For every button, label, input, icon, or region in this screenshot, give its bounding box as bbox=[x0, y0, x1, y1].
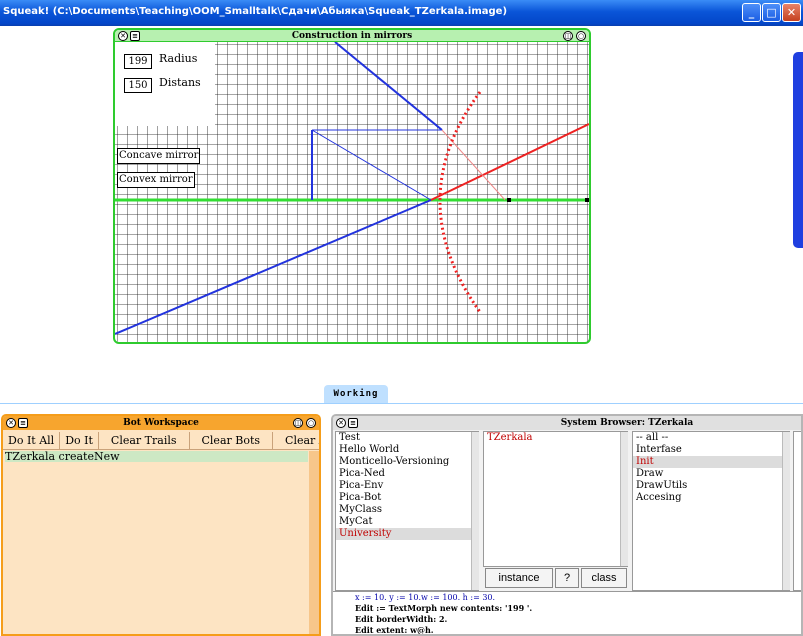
collapse-icon[interactable]: ◫ bbox=[293, 418, 303, 428]
category-item[interactable]: Monticello-Versioning bbox=[336, 456, 478, 468]
category-scrollbar[interactable] bbox=[471, 432, 479, 590]
workspace-code[interactable]: TZerkala createNew bbox=[5, 451, 308, 462]
bot-workspace-title: Bot Workspace bbox=[123, 418, 199, 428]
working-tab[interactable]: Working bbox=[324, 385, 388, 403]
flap-tab[interactable] bbox=[793, 52, 803, 248]
category-item[interactable]: Pica-Ned bbox=[336, 468, 478, 480]
protocol-item[interactable]: -- all -- bbox=[633, 432, 789, 444]
class-button[interactable]: class bbox=[581, 568, 627, 588]
system-browser-titlebar[interactable]: ✕ ≡ System Browser: TZerkala bbox=[333, 416, 801, 430]
code-line: Edit borderWidth: 2. bbox=[355, 614, 448, 624]
app-title: Squeak! (C:\Documents\Teaching\OOM_Small… bbox=[3, 6, 508, 17]
system-browser-title: System Browser: TZerkala bbox=[560, 418, 694, 428]
convex-mirror-button[interactable]: Convex mirror bbox=[117, 172, 195, 188]
radius-label: Radius bbox=[159, 52, 198, 65]
construction-title: Construction in mirrors bbox=[291, 31, 413, 41]
category-item[interactable]: Pica-Bot bbox=[336, 492, 478, 504]
focus-point bbox=[507, 198, 511, 202]
category-item[interactable]: MyCat bbox=[336, 516, 478, 528]
category-list[interactable]: Test Hello World Monticello-Versioning P… bbox=[335, 431, 479, 591]
expand-icon[interactable]: ○ bbox=[576, 31, 586, 41]
bot-workspace-window[interactable]: ✕ ≡ Bot Workspace ◫ ○ Do It All Do It Cl… bbox=[1, 414, 321, 636]
construction-titlebar[interactable]: ✕ ≡ Construction in mirrors ◫ ○ bbox=[115, 30, 589, 42]
code-line: Edit extent: w@h. bbox=[355, 625, 434, 635]
category-item[interactable]: Pica-Env bbox=[336, 480, 478, 492]
radius-input[interactable]: 199 bbox=[124, 54, 152, 69]
app-titlebar: Squeak! (C:\Documents\Teaching\OOM_Small… bbox=[0, 0, 803, 26]
protocol-item[interactable]: Interfase bbox=[633, 444, 789, 456]
code-line: x := 10. y := 10.w := 100. h := 30. bbox=[355, 593, 496, 602]
concave-mirror-button[interactable]: Concave mirror bbox=[117, 148, 201, 164]
clear-bots-button[interactable]: Clear Bots bbox=[190, 432, 274, 449]
bot-toolbar: Do It All Do It Clear Trails Clear Bots … bbox=[3, 432, 319, 450]
help-button[interactable]: ? bbox=[555, 568, 579, 588]
class-scrollbar[interactable] bbox=[620, 432, 628, 566]
instance-button[interactable]: instance bbox=[485, 568, 553, 588]
protocol-list[interactable]: -- all -- Interfase Init Draw DrawUtils … bbox=[632, 431, 790, 591]
category-item[interactable]: MyClass bbox=[336, 504, 478, 516]
code-line: Edit := TextMorph new contents: '199 '. bbox=[355, 603, 533, 613]
category-item-selected[interactable]: University bbox=[336, 528, 478, 540]
divider bbox=[0, 403, 803, 404]
bot-workspace-titlebar[interactable]: ✕ ≡ Bot Workspace ◫ ○ bbox=[3, 416, 319, 430]
clear-trails-button[interactable]: Clear Trails bbox=[99, 432, 190, 449]
distance-input[interactable]: 150 bbox=[124, 78, 152, 93]
center-point bbox=[585, 198, 589, 202]
close-icon[interactable]: ✕ bbox=[782, 3, 801, 22]
workspace-scrollbar[interactable] bbox=[309, 451, 319, 634]
system-browser-window[interactable]: ✕ ≡ System Browser: TZerkala Test Hello … bbox=[331, 414, 803, 636]
collapse-icon[interactable]: ◫ bbox=[563, 31, 573, 41]
do-it-button[interactable]: Do It bbox=[60, 432, 99, 449]
maximize-icon[interactable]: □ bbox=[762, 3, 781, 22]
category-item[interactable]: Test bbox=[336, 432, 478, 444]
category-item[interactable]: Hello World bbox=[336, 444, 478, 456]
code-pane[interactable]: x := 10. y := 10.w := 100. h := 30. Edit… bbox=[333, 591, 801, 635]
clear-all-button[interactable]: Clear All bbox=[273, 432, 319, 449]
protocol-scrollbar[interactable] bbox=[782, 432, 790, 590]
protocol-item[interactable]: DrawUtils bbox=[633, 480, 789, 492]
protocol-item[interactable]: Draw bbox=[633, 468, 789, 480]
protocol-item[interactable]: Accesing bbox=[633, 492, 789, 504]
expand-icon[interactable]: ○ bbox=[306, 418, 316, 428]
construction-window[interactable]: ✕ ≡ Construction in mirrors ◫ ○ 199 Radi… bbox=[113, 28, 591, 344]
method-list[interactable] bbox=[793, 431, 801, 591]
squeak-desktop: ✕ ≡ Construction in mirrors ◫ ○ 199 Radi… bbox=[0, 26, 803, 636]
class-item[interactable]: TZerkala bbox=[484, 432, 627, 444]
minimize-icon[interactable]: _ bbox=[742, 3, 761, 22]
distance-label: Distans bbox=[159, 76, 201, 89]
do-it-all-button[interactable]: Do It All bbox=[3, 432, 61, 449]
class-list[interactable]: TZerkala bbox=[483, 431, 628, 567]
protocol-item-selected[interactable]: Init bbox=[633, 456, 789, 468]
